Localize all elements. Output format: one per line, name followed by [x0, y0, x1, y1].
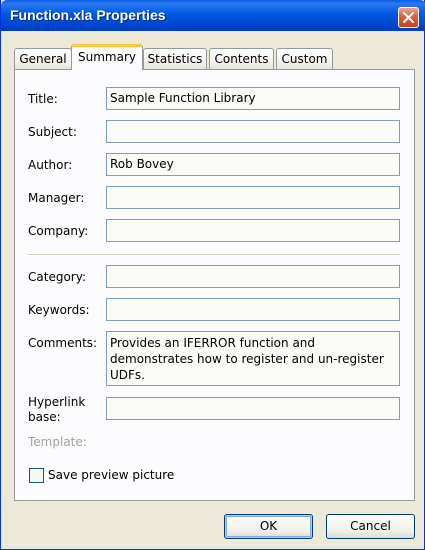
subject-field[interactable] — [106, 120, 400, 143]
company-field[interactable] — [106, 219, 400, 242]
manager-label: Manager: — [28, 191, 85, 205]
ok-button[interactable]: OK — [224, 514, 313, 539]
properties-dialog: Function.xla Properties General Summary … — [0, 0, 425, 550]
hyperlink-base-label-line1: Hyperlink — [28, 395, 86, 409]
window-title: Function.xla Properties — [10, 7, 166, 23]
manager-field[interactable] — [106, 186, 400, 209]
hyperlink-base-label-line2: base: — [28, 410, 61, 424]
close-button[interactable] — [398, 7, 419, 28]
category-field[interactable] — [106, 265, 400, 288]
author-label: Author: — [28, 158, 73, 172]
subject-label: Subject: — [28, 125, 77, 139]
tab-contents[interactable]: Contents — [209, 48, 274, 69]
cancel-button[interactable]: Cancel — [326, 514, 415, 539]
title-bar[interactable]: Function.xla Properties — [1, 0, 425, 31]
tab-custom[interactable]: Custom — [276, 48, 333, 69]
hyperlink-base-field[interactable] — [106, 397, 400, 420]
save-preview-label[interactable]: Save preview picture — [48, 468, 174, 482]
tab-summary[interactable]: Summary — [71, 44, 143, 70]
keywords-field[interactable] — [106, 298, 400, 321]
title-field[interactable]: Sample Function Library — [106, 87, 400, 110]
category-label: Category: — [28, 270, 86, 284]
author-field[interactable]: Rob Bovey — [106, 153, 400, 176]
keywords-label: Keywords: — [28, 303, 90, 317]
save-preview-checkbox[interactable] — [29, 468, 44, 483]
company-label: Company: — [28, 224, 89, 238]
template-label: Template: — [28, 435, 87, 449]
comments-field[interactable]: Provides an IFERROR function and demonst… — [106, 331, 400, 386]
tab-general[interactable]: General — [14, 48, 72, 69]
section-divider — [28, 254, 400, 256]
tab-statistics[interactable]: Statistics — [143, 48, 207, 69]
comments-label: Comments: — [28, 336, 98, 350]
title-label: Title: — [28, 92, 58, 106]
